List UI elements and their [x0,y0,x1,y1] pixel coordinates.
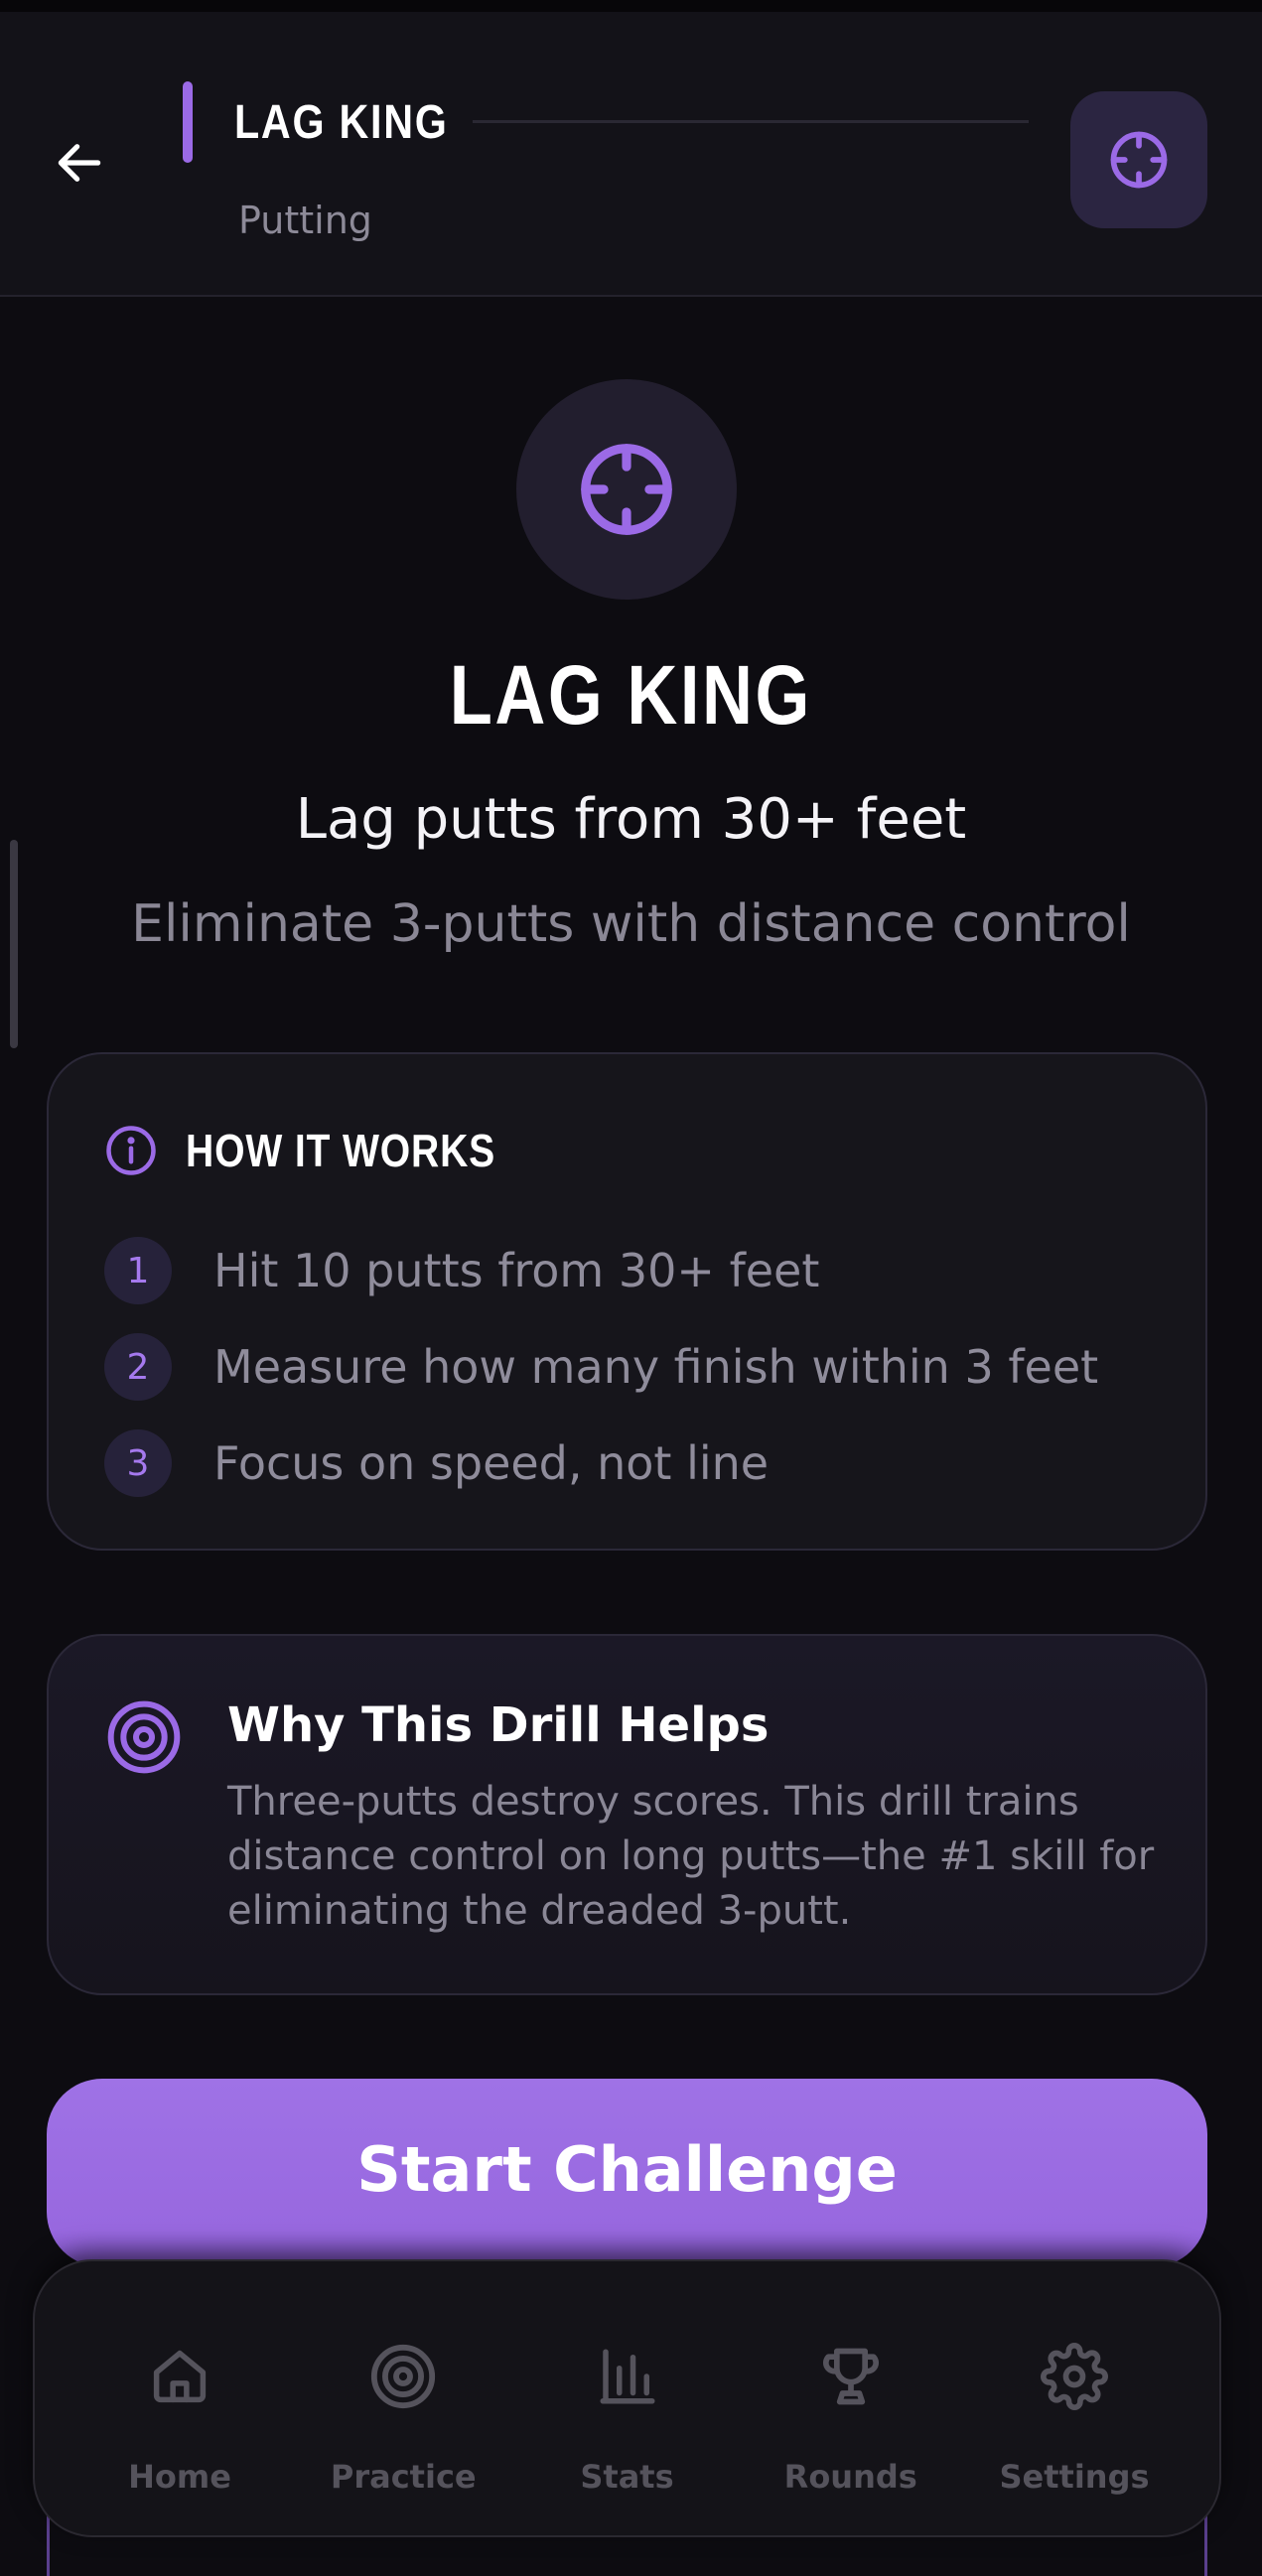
back-button[interactable] [40,123,119,203]
step-item: 3 Focus on speed, not line [104,1429,769,1497]
drill-title: LAG KING [0,647,1262,744]
step-text: Focus on speed, not line [213,1436,770,1490]
step-text: Measure how many finish within 3 feet [213,1340,1099,1394]
why-drill-helps-card: Why This Drill Helps Three-putts destroy… [47,1634,1207,1995]
hero-icon-circle [516,379,737,600]
how-it-works-card: HOW IT WORKS 1 Hit 10 putts from 30+ fee… [47,1052,1207,1551]
nav-label-stats: Stats [580,2458,674,2496]
gear-icon [1041,2343,1108,2410]
header-title: LAG KING [234,96,449,149]
home-icon [153,2350,207,2403]
status-bar [0,0,1262,12]
drill-tagline: Lag putts from 30+ feet [295,787,967,852]
how-it-works-header: HOW IT WORKS [104,1124,550,1177]
top-header: LAG KING Putting [0,12,1262,297]
header-divider [473,120,1029,123]
info-icon [106,1126,156,1175]
how-it-works-title: HOW IT WORKS [186,1125,496,1176]
step-number: 3 [104,1429,172,1497]
drill-title-text: LAG KING [449,648,813,742]
step-text: Hit 10 putts from 30+ feet [213,1244,820,1297]
crosshair-icon [1110,131,1168,189]
nav-item-stats[interactable]: Stats [518,2261,737,2535]
trophy-icon [822,2348,879,2405]
why-body: Three-putts destroy scores. This drill t… [227,1779,1155,1934]
start-challenge-button[interactable]: Start Challenge [47,2079,1207,2267]
why-title: Why This Drill Helps [227,1697,770,1753]
header-subtitle: Putting [238,199,372,242]
nav-item-practice[interactable]: Practice [294,2261,512,2535]
title-accent-bar [183,81,193,163]
drill-icon-button[interactable] [1070,91,1207,228]
step-item: 2 Measure how many finish within 3 feet [104,1333,1098,1401]
target-icon [107,1700,181,1774]
crosshair-icon [581,444,672,535]
bottom-nav: Home Practice Stats Rounds Settings [33,2259,1221,2537]
nav-item-home[interactable]: Home [70,2261,289,2535]
arrow-left-icon [58,144,101,182]
nav-label-settings: Settings [999,2458,1150,2496]
bar-chart-icon [600,2349,654,2404]
nav-label-practice: Practice [330,2458,477,2496]
nav-item-rounds[interactable]: Rounds [742,2261,960,2535]
step-item: 1 Hit 10 putts from 30+ feet [104,1237,819,1304]
nav-label-rounds: Rounds [783,2458,917,2496]
nav-item-settings[interactable]: Settings [965,2261,1184,2535]
step-number: 1 [104,1237,172,1304]
step-number: 2 [104,1333,172,1401]
drill-description: Eliminate 3-putts with distance control [131,894,1131,954]
target-icon [371,2344,436,2409]
nav-label-home: Home [128,2458,231,2496]
drill-detail-screen: LAG KING Putting LAG KING Lag putts from… [0,0,1262,2576]
